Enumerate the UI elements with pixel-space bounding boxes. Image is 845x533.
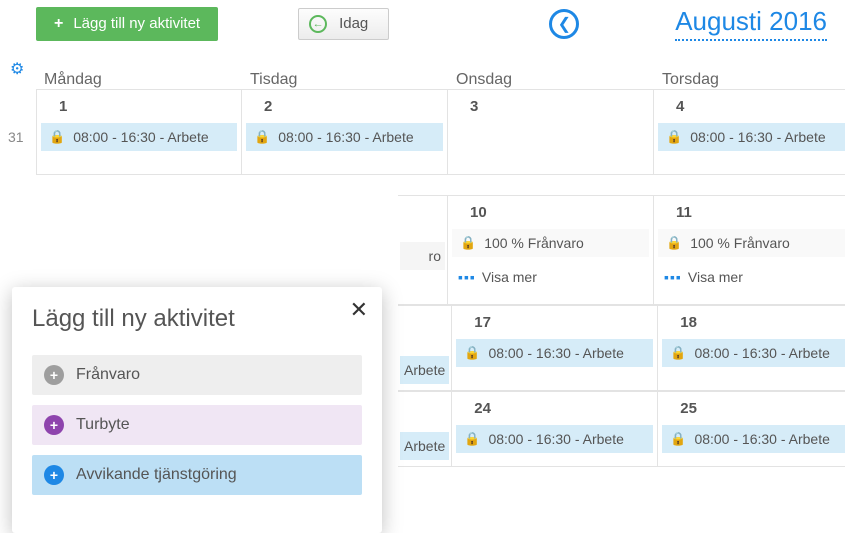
option-label: Turbyte [76, 416, 130, 434]
entry-fragment: ro [400, 242, 445, 270]
calendar-cell[interactable]: 17 🔒 08:00 - 16:30 - Arbete [452, 305, 658, 391]
show-more-label: Visa mer [482, 269, 537, 285]
calendar-cell[interactable]: 18 🔒 08:00 - 16:30 - Arbete [658, 305, 845, 391]
lock-icon: 🔒 [464, 431, 480, 447]
show-more-label: Visa mer [688, 269, 743, 285]
entry-text: 100 % Frånvaro [484, 235, 584, 251]
calendar-cell-fragment[interactable]: Arbete [398, 305, 452, 391]
add-activity-label: Lägg till ny aktivitet [73, 15, 200, 32]
calendar-entry[interactable]: 🔒 08:00 - 16:30 - Arbete [662, 425, 845, 453]
entry-text: 08:00 - 16:30 - Arbete [694, 345, 829, 361]
calendar-entry[interactable]: 🔒 08:00 - 16:30 - Arbete [456, 339, 653, 367]
lock-icon: 🔒 [666, 235, 682, 251]
popover-option-turbyte[interactable]: + Turbyte [32, 405, 362, 445]
show-more-link[interactable]: ▪▪▪ Visa mer [448, 263, 653, 291]
lock-icon: 🔒 [670, 431, 686, 447]
week-number: 31 [8, 129, 24, 145]
today-arrow-icon: ← [309, 15, 327, 33]
cell-day: 1 [37, 90, 241, 121]
lock-icon: 🔒 [666, 129, 682, 145]
calendar-entry[interactable]: 🔒 08:00 - 16:30 - Arbete [662, 339, 845, 367]
calendar-cell-fragment[interactable]: Arbete [398, 391, 452, 467]
today-label: Idag [339, 15, 368, 32]
entry-fragment: Arbete [400, 356, 449, 384]
option-label: Avvikande tjänstgöring [76, 466, 237, 484]
entry-text: 08:00 - 16:30 - Arbete [73, 129, 208, 145]
lock-icon: 🔒 [254, 129, 270, 145]
entry-text: 08:00 - 16:30 - Arbete [488, 431, 623, 447]
cell-day: 18 [658, 306, 845, 337]
add-activity-popover: ✕ Lägg till ny aktivitet + Frånvaro + Tu… [12, 287, 382, 533]
calendar-cell[interactable]: 24 🔒 08:00 - 16:30 - Arbete [452, 391, 658, 467]
weekday-header-mon: Måndag [36, 71, 242, 89]
cell-day: 24 [452, 392, 657, 423]
plus-icon: + [54, 15, 63, 33]
calendar-entry[interactable]: 🔒 08:00 - 16:30 - Arbete [658, 123, 845, 151]
cell-day: 17 [452, 306, 657, 337]
cell-day: 25 [658, 392, 845, 423]
lock-icon: 🔒 [460, 235, 476, 251]
calendar-cell[interactable]: 4 🔒 08:00 - 16:30 - Arbete [654, 89, 845, 175]
calendar-entry[interactable]: 🔒 100 % Frånvaro [452, 229, 649, 257]
plus-circle-icon: + [44, 465, 64, 485]
weekday-header-thu: Torsdag [654, 71, 845, 89]
calendar-entry[interactable]: 🔒 08:00 - 16:30 - Arbete [456, 425, 653, 453]
month-title[interactable]: Augusti 2016 [675, 6, 827, 41]
entry-text: 08:00 - 16:30 - Arbete [488, 345, 623, 361]
popover-option-avvikande[interactable]: + Avvikande tjänstgöring [32, 455, 362, 495]
show-more-link[interactable]: ▪▪▪ Visa mer [654, 263, 845, 291]
entry-text: 08:00 - 16:30 - Arbete [690, 129, 825, 145]
dots-icon: ▪▪▪ [664, 269, 682, 285]
calendar-cell-fragment[interactable]: ro [398, 195, 448, 305]
calendar-entry[interactable]: 🔒 08:00 - 16:30 - Arbete [41, 123, 237, 151]
entry-text: 08:00 - 16:30 - Arbete [278, 129, 413, 145]
cell-day: 2 [242, 90, 447, 121]
chevron-left-icon: ❮ [558, 14, 571, 34]
lock-icon: 🔒 [670, 345, 686, 361]
today-button[interactable]: ← Idag [298, 8, 389, 40]
cell-day: 3 [448, 90, 653, 121]
dots-icon: ▪▪▪ [458, 269, 476, 285]
calendar-cell[interactable]: 25 🔒 08:00 - 16:30 - Arbete [658, 391, 845, 467]
weekday-header-wed: Onsdag [448, 71, 654, 89]
calendar-cell[interactable]: 10 🔒 100 % Frånvaro ▪▪▪ Visa mer [448, 195, 654, 305]
cell-day: 10 [448, 196, 653, 227]
close-icon[interactable]: ✕ [350, 297, 368, 323]
prev-month-button[interactable]: ❮ [549, 9, 579, 39]
calendar-cell[interactable]: 1 🔒 08:00 - 16:30 - Arbete [36, 89, 242, 175]
cell-day: 4 [654, 90, 845, 121]
calendar-cell[interactable]: 11 🔒 100 % Frånvaro ▪▪▪ Visa mer [654, 195, 845, 305]
entry-text: 08:00 - 16:30 - Arbete [694, 431, 829, 447]
calendar-cell[interactable]: 3 [448, 89, 654, 175]
option-label: Frånvaro [76, 366, 140, 384]
calendar-entry[interactable]: 🔒 100 % Frånvaro [658, 229, 845, 257]
weekday-header-tue: Tisdag [242, 71, 448, 89]
calendar-cell[interactable]: 2 🔒 08:00 - 16:30 - Arbete [242, 89, 448, 175]
calendar-entry[interactable]: 🔒 08:00 - 16:30 - Arbete [246, 123, 443, 151]
lock-icon: 🔒 [464, 345, 480, 361]
plus-circle-icon: + [44, 415, 64, 435]
entry-text: 100 % Frånvaro [690, 235, 790, 251]
plus-circle-icon: + [44, 365, 64, 385]
entry-fragment: Arbete [400, 432, 449, 460]
cell-day: 11 [654, 196, 845, 227]
popover-option-franvaro[interactable]: + Frånvaro [32, 355, 362, 395]
gear-icon[interactable]: ⚙ [10, 59, 24, 79]
lock-icon: 🔒 [49, 129, 65, 145]
add-activity-button[interactable]: + Lägg till ny aktivitet [36, 7, 218, 41]
popover-title: Lägg till ny aktivitet [32, 305, 362, 333]
